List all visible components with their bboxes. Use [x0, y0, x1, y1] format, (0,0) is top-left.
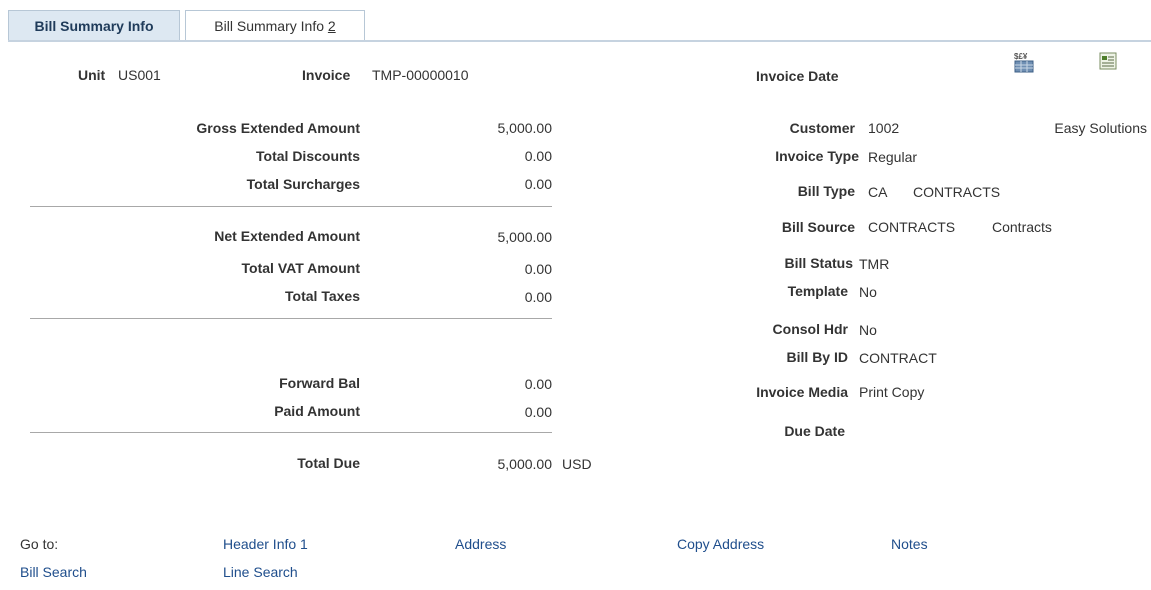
forward-bal-value: 0.00 — [524, 376, 552, 392]
consol-hdr-value: No — [859, 322, 877, 338]
forward-bal-label: Forward Bal — [279, 375, 360, 391]
bill-source-label: Bill Source — [781, 219, 855, 235]
gross-extended-value: 5,000.00 — [497, 120, 553, 136]
customer-id: 1002 — [868, 120, 900, 136]
total-vat-value: 0.00 — [524, 261, 552, 277]
tabstrip-divider — [8, 40, 1151, 42]
bill-by-id-label: Bill By ID — [786, 349, 848, 365]
due-date-label: Due Date — [784, 423, 845, 439]
invoice-value: TMP-00000010 — [372, 67, 469, 83]
net-extended-label: Net Extended Amount — [214, 228, 360, 244]
svg-text:$£¥: $£¥ — [1014, 52, 1028, 61]
paid-amount-label: Paid Amount — [274, 403, 360, 419]
customer-label: Customer — [789, 120, 855, 136]
total-discounts-value: 0.00 — [524, 148, 552, 164]
total-surcharges-label: Total Surcharges — [246, 176, 360, 192]
customer-name: Easy Solutions — [1054, 120, 1147, 136]
template-label: Template — [787, 283, 848, 299]
goto-label: Go to: — [20, 536, 59, 552]
divider-3 — [30, 432, 552, 433]
total-due-label: Total Due — [297, 455, 360, 471]
invoice-type-value: Regular — [868, 149, 918, 165]
paid-amount-value: 0.00 — [524, 404, 552, 420]
total-due-value: 5,000.00 — [497, 456, 553, 472]
header-info-1-link[interactable]: Header Info 1 — [223, 536, 308, 553]
total-taxes-value: 0.00 — [524, 289, 552, 305]
bill-type-label: Bill Type — [797, 183, 855, 199]
total-vat-label: Total VAT Amount — [241, 260, 360, 276]
currency-icon[interactable]: $£¥ — [1012, 50, 1036, 74]
copy-address-link[interactable]: Copy Address — [677, 536, 764, 553]
bill-source-code: CONTRACTS — [868, 219, 956, 235]
tab-bill-summary-info-2[interactable]: Bill Summary Info 2 — [185, 10, 365, 40]
bill-search-link[interactable]: Bill Search — [20, 564, 87, 581]
bill-status-value: TMR — [859, 256, 890, 272]
notes-link[interactable]: Notes — [891, 536, 928, 553]
tab-label-accesskey: 2 — [327, 18, 336, 34]
tab-bill-summary-info[interactable]: Bill Summary Info — [8, 10, 180, 40]
bill-type-desc: CONTRACTS — [913, 184, 1001, 200]
bill-by-id-value: CONTRACT — [859, 350, 937, 366]
template-value: No — [859, 284, 877, 300]
gross-extended-label: Gross Extended Amount — [196, 120, 360, 136]
total-surcharges-value: 0.00 — [524, 176, 552, 192]
unit-label: Unit — [78, 67, 106, 83]
tab-label: Bill Summary Info — [34, 18, 154, 34]
invoice-type-label: Invoice Type — [775, 148, 859, 164]
total-taxes-label: Total Taxes — [285, 288, 360, 304]
divider-1 — [30, 206, 552, 207]
line-search-link[interactable]: Line Search — [223, 564, 298, 581]
spreadsheet-icon[interactable] — [1098, 51, 1118, 71]
bill-status-label: Bill Status — [784, 255, 853, 271]
tab-label: Bill Summary Info — [214, 18, 328, 34]
invoice-media-label: Invoice Media — [756, 384, 848, 400]
unit-value: US001 — [118, 67, 161, 83]
invoice-date-label: Invoice Date — [756, 68, 839, 84]
invoice-label: Invoice — [302, 67, 351, 83]
net-extended-value: 5,000.00 — [497, 229, 553, 245]
total-discounts-label: Total Discounts — [256, 148, 360, 164]
address-link[interactable]: Address — [455, 536, 506, 553]
divider-2 — [30, 318, 552, 319]
bill-source-desc: Contracts — [992, 219, 1052, 235]
consol-hdr-label: Consol Hdr — [772, 321, 848, 337]
invoice-media-value: Print Copy — [859, 384, 925, 400]
bill-type-code: CA — [868, 184, 888, 200]
currency-code: USD — [562, 456, 592, 472]
